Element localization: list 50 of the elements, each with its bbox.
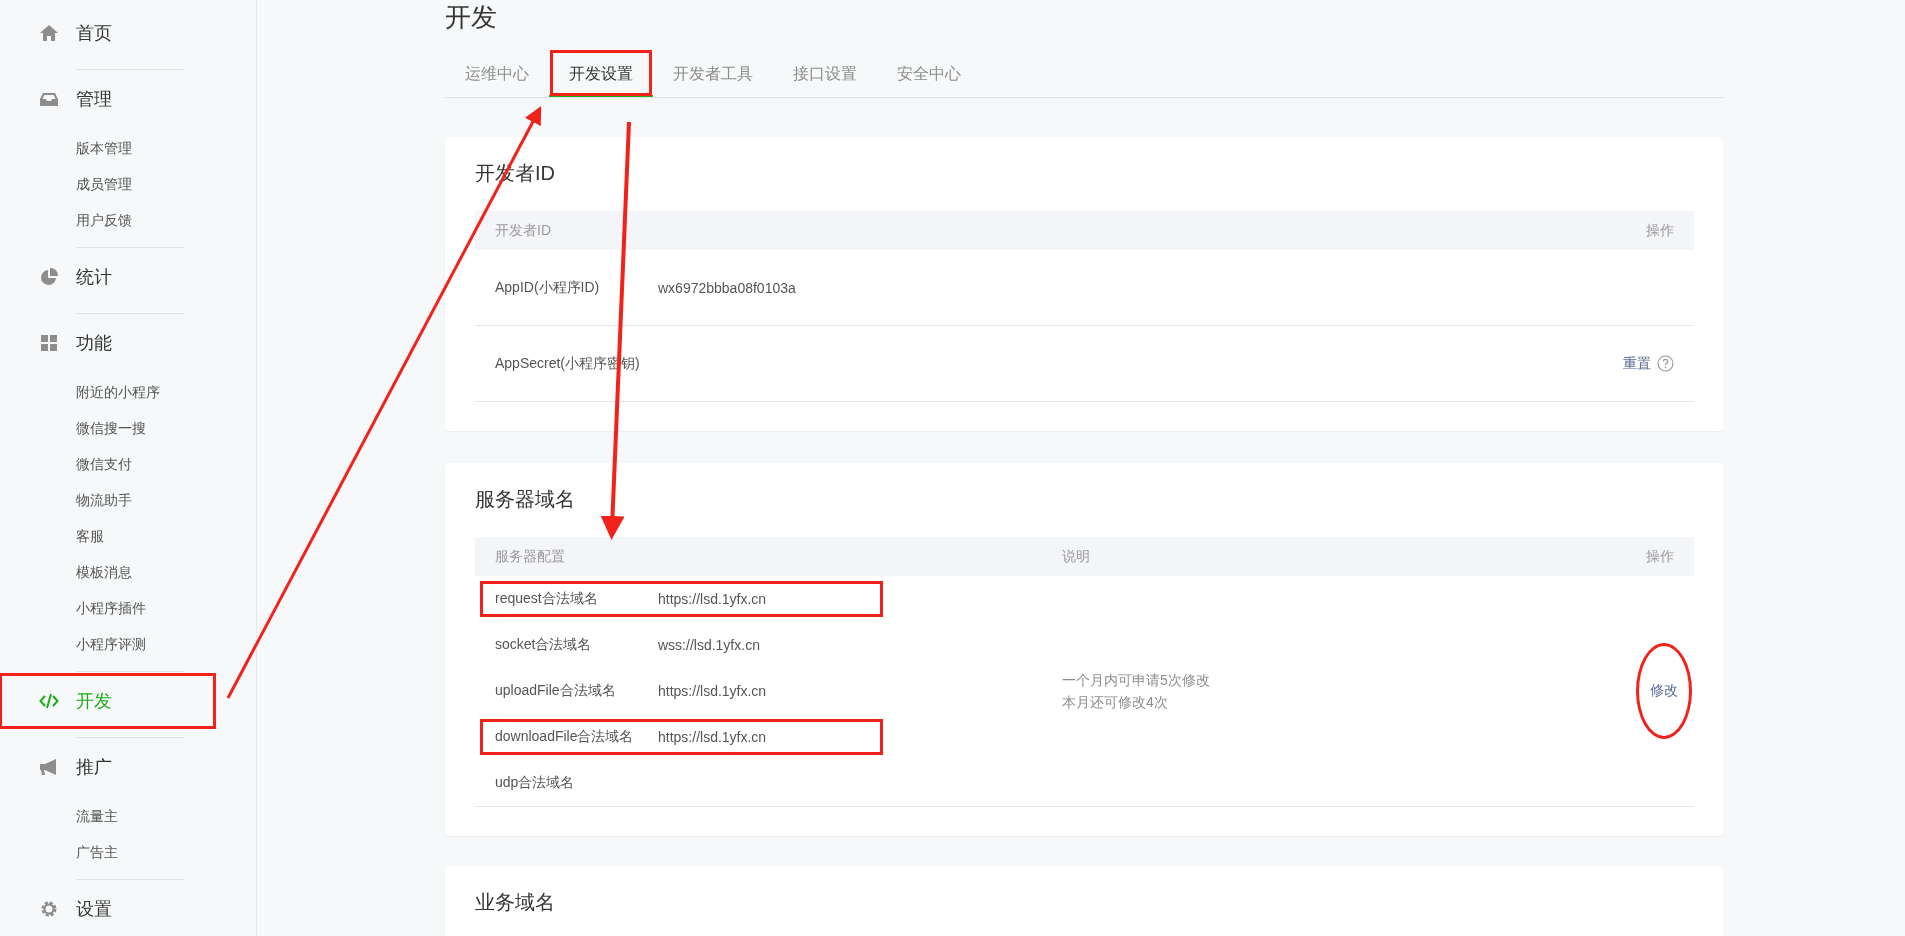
note-text: 一个月内可申请5次修改 [1062, 671, 1210, 690]
sidebar-subitem[interactable]: 微信支付 [0, 446, 132, 482]
sidebar-item[interactable]: 统计 [0, 250, 215, 304]
help-icon[interactable] [1657, 355, 1674, 372]
sidebar-subitem[interactable]: 用户反馈 [0, 202, 132, 238]
sidebar-item[interactable]: 推广 [0, 740, 215, 794]
table-cell-text: downloadFile合法域名 [495, 728, 635, 746]
table-cell-text: uploadFile合法域名 [495, 682, 617, 700]
page-title: 开发 [445, 1, 497, 34]
note-text: 本月还可修改4次 [1062, 693, 1169, 712]
tab[interactable]: 开发设置 [549, 49, 653, 97]
column-header: 操作 [1646, 547, 1674, 566]
megaphone-icon [39, 757, 59, 777]
gear-icon [39, 899, 59, 919]
sidebar-subitem[interactable]: 成员管理 [0, 166, 132, 202]
table-cell: https://lsd.1yfx.cn [658, 683, 767, 699]
table-cell-text: udp合法域名 [495, 774, 576, 792]
sidebar-subitem[interactable]: 小程序评测 [0, 626, 146, 662]
sidebar-subitem[interactable]: 广告主 [0, 834, 118, 870]
table-cell: wx6972bbba08f0103a [658, 279, 796, 296]
home-icon [39, 23, 59, 43]
edit-link[interactable]: 修改 [1636, 643, 1692, 739]
column-header: 说明 [1062, 547, 1090, 566]
pie-chart-icon [39, 267, 59, 287]
code-icon [39, 691, 59, 711]
sidebar-item[interactable]: 首页 [0, 6, 215, 60]
sidebar-item[interactable]: 功能 [0, 316, 215, 370]
table-cell-text: socket合法域名 [495, 636, 593, 654]
sidebar-item[interactable]: 管理 [0, 72, 215, 126]
sidebar-subitem[interactable]: 版本管理 [0, 130, 132, 166]
reset-link[interactable]: 重置 [1623, 354, 1651, 373]
sidebar-subitem[interactable]: 模板消息 [0, 554, 132, 590]
sidebar-item[interactable]: 设置 [0, 882, 215, 936]
card-title: 服务器域名 [475, 487, 575, 511]
sidebar-subitem[interactable]: 附近的小程序 [0, 374, 160, 410]
column-header: 开发者ID [495, 221, 551, 240]
column-header: 操作 [1646, 221, 1674, 240]
table-cell: https://lsd.1yfx.cn [658, 591, 767, 607]
sidebar-subitem[interactable]: 微信搜一搜 [0, 410, 146, 446]
sidebar-subitem[interactable]: 客服 [0, 518, 104, 554]
card-title: 业务域名 [475, 890, 555, 914]
table-cell-text: request合法域名 [495, 590, 599, 608]
sidebar-subitem[interactable]: 物流助手 [0, 482, 132, 518]
table-cell-text: AppID(小程序ID) [495, 278, 601, 297]
table-cell: wss://lsd.1yfx.cn [658, 637, 760, 653]
grid-icon [39, 333, 59, 353]
table-cell: https://lsd.1yfx.cn [658, 729, 767, 745]
column-header: 服务器配置 [495, 547, 566, 566]
sidebar-subitem[interactable]: 流量主 [0, 798, 118, 834]
sidebar-subitem[interactable]: 小程序插件 [0, 590, 146, 626]
